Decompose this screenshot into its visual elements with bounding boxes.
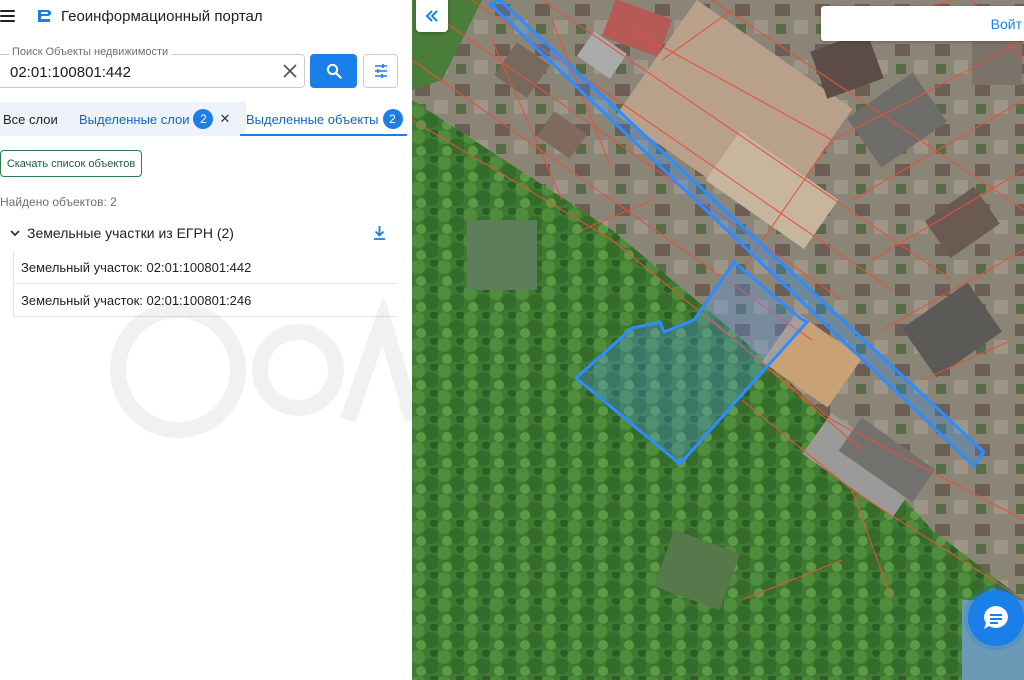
tab-selected-layers[interactable]: Выделенные слои 2 ✕ xyxy=(79,102,230,136)
menu-icon[interactable] xyxy=(0,9,16,23)
satellite-map xyxy=(412,0,1024,680)
tab-selected-objects[interactable]: Выделенные объекты 2 xyxy=(240,102,407,136)
search-icon xyxy=(326,63,342,79)
results-group-title: Земельные участки из ЕГРН (2) xyxy=(27,225,234,241)
close-icon[interactable] xyxy=(280,61,300,81)
tab-all-layers-label: Все слои xyxy=(3,111,58,127)
close-icon[interactable]: ✕ xyxy=(219,111,230,127)
portal-logo-icon xyxy=(38,10,51,22)
download-icon[interactable] xyxy=(372,224,387,241)
results-group-header[interactable]: Земельные участки из ЕГРН (2) xyxy=(0,222,398,246)
chevron-down-icon[interactable] xyxy=(9,227,21,239)
tab-all-layers[interactable]: Все слои xyxy=(3,102,58,136)
search-value[interactable]: 02:01:100801:442 xyxy=(10,64,131,81)
map-view[interactable] xyxy=(412,0,1024,680)
filter-icon xyxy=(374,64,387,78)
chat-button[interactable] xyxy=(968,590,1024,646)
header: Геоинформационный портал xyxy=(0,0,412,34)
login-button[interactable]: Войт xyxy=(821,6,1024,41)
search-label: Поиск Объекты недвижимости xyxy=(9,46,172,58)
tab-scroll-icon[interactable]: › xyxy=(396,112,400,124)
tab-bar: Все слои Выделенные слои 2 ✕ Выделенные … xyxy=(0,102,407,136)
tab-selected-objects-label: Выделенные объекты xyxy=(246,111,379,127)
watermark-logo xyxy=(110,300,418,438)
double-chevron-left-icon xyxy=(425,10,438,22)
list-item-label: Земельный участок: 02:01:100801:442 xyxy=(21,259,252,275)
search-button[interactable] xyxy=(310,54,357,88)
chat-icon xyxy=(984,606,1008,629)
app-title: Геоинформационный портал xyxy=(61,8,263,25)
tab-selected-layers-label: Выделенные слои xyxy=(79,111,190,127)
download-list-button[interactable]: Скачать список объектов xyxy=(0,150,142,177)
side-panel: Геоинформационный портал Поиск Объекты н… xyxy=(0,0,418,680)
list-item[interactable]: Земельный участок: 02:01:100801:442 xyxy=(14,251,398,284)
found-count: Найдено объектов: 2 xyxy=(0,195,117,209)
count-badge: 2 xyxy=(193,109,214,129)
filter-button[interactable] xyxy=(363,54,398,88)
collapse-panel-button[interactable] xyxy=(416,0,448,32)
